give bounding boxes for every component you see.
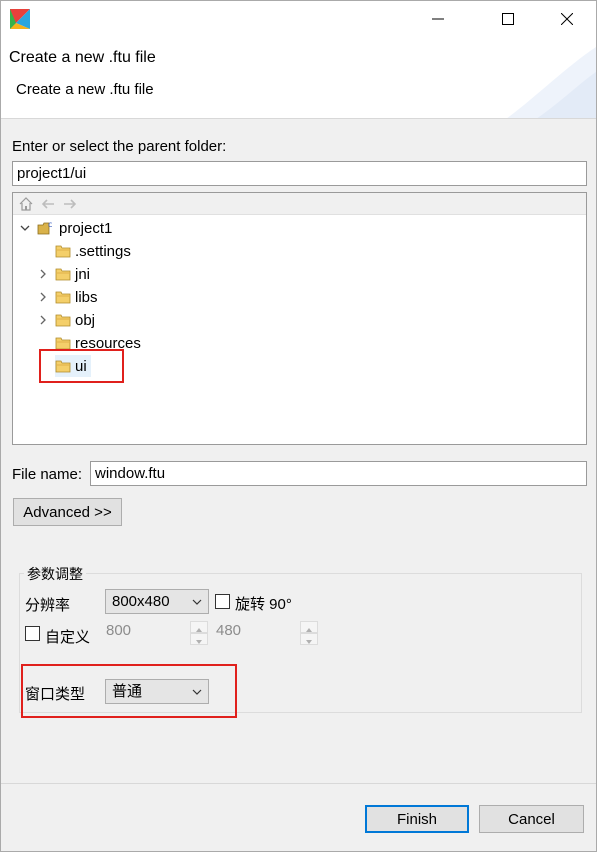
tree-toolbar <box>13 193 586 215</box>
custom-width-input[interactable]: 800 <box>106 622 131 639</box>
folder-icon <box>55 268 71 281</box>
app-logo-icon <box>10 9 30 29</box>
parent-folder-input[interactable]: project1/ui <box>12 161 587 186</box>
forward-arrow-icon[interactable] <box>62 196 78 212</box>
svg-text:c: c <box>48 220 52 229</box>
wizard-banner: Create a new .ftu file Create a new .ftu… <box>1 37 596 119</box>
chevron-down-icon[interactable] <box>19 222 31 234</box>
banner-decoration <box>507 47 596 118</box>
custom-height-spinner[interactable] <box>300 621 318 645</box>
file-name-input[interactable]: window.ftu <box>90 461 587 486</box>
chevron-right-icon[interactable] <box>37 314 49 326</box>
back-arrow-icon[interactable] <box>40 196 56 212</box>
tree-node-label: obj <box>75 311 96 329</box>
cancel-button[interactable]: Cancel <box>479 805 584 833</box>
custom-height-input[interactable]: 480 <box>216 622 241 639</box>
spin-down-button[interactable] <box>300 633 318 645</box>
project-icon: c <box>37 220 52 235</box>
spin-up-button[interactable] <box>300 621 318 633</box>
custom-checkbox[interactable] <box>25 626 40 641</box>
tree-node-libs[interactable]: libs <box>37 286 98 308</box>
tree-node-project[interactable]: c project1 <box>19 217 112 239</box>
maximize-icon <box>502 13 514 25</box>
resolution-select[interactable]: 800x480 <box>105 589 209 614</box>
finish-button[interactable]: Finish <box>365 805 469 833</box>
chevron-right-icon[interactable] <box>37 291 49 303</box>
folder-icon <box>55 314 71 327</box>
tree-node-label: libs <box>75 288 98 306</box>
tree-node-obj[interactable]: obj <box>37 309 95 331</box>
resolution-select-value: 800x480 <box>112 593 170 610</box>
minimize-icon <box>432 18 444 20</box>
chevron-down-icon <box>192 599 202 605</box>
tree-node-label: project1 <box>59 219 113 237</box>
folder-icon <box>55 337 71 350</box>
params-group-title: 参数调整 <box>24 564 86 584</box>
minimize-button[interactable] <box>415 1 461 37</box>
highlight-box-window-type <box>21 664 237 718</box>
home-icon[interactable] <box>18 196 34 212</box>
new-ftu-dialog: Create a new .ftu file Create a new .ftu… <box>0 0 597 852</box>
spin-down-icon <box>306 640 312 644</box>
custom-label: 自定义 <box>45 629 91 646</box>
spin-up-button[interactable] <box>190 621 208 633</box>
folder-icon <box>55 291 71 304</box>
close-button[interactable] <box>544 1 590 37</box>
highlight-box-ui <box>39 349 124 383</box>
tree-node-label: jni <box>75 265 91 283</box>
tree-node-jni[interactable]: jni <box>37 263 90 285</box>
rotate-checkbox[interactable] <box>215 594 230 609</box>
spin-down-icon <box>196 640 202 644</box>
banner-title: Create a new .ftu file <box>9 49 156 66</box>
close-icon <box>561 13 573 25</box>
advanced-button[interactable]: Advanced >> <box>13 498 122 526</box>
folder-icon <box>55 245 71 258</box>
spin-down-button[interactable] <box>190 633 208 645</box>
rotate-label: 旋转 90° <box>235 596 292 613</box>
banner-description: Create a new .ftu file <box>16 81 154 98</box>
chevron-right-icon[interactable] <box>37 268 49 280</box>
tree-node-settings[interactable]: .settings <box>55 240 131 262</box>
tree-node-label: .settings <box>75 242 131 260</box>
resolution-label: 分辨率 <box>25 597 71 614</box>
title-bar <box>1 1 596 37</box>
parent-folder-label: Enter or select the parent folder: <box>12 138 227 155</box>
custom-width-spinner[interactable] <box>190 621 208 645</box>
maximize-button[interactable] <box>485 1 531 37</box>
file-name-label: File name: <box>12 466 83 483</box>
footer-divider <box>1 783 596 784</box>
folder-tree[interactable]: c project1 .settings jni libs obj resour… <box>12 192 587 445</box>
